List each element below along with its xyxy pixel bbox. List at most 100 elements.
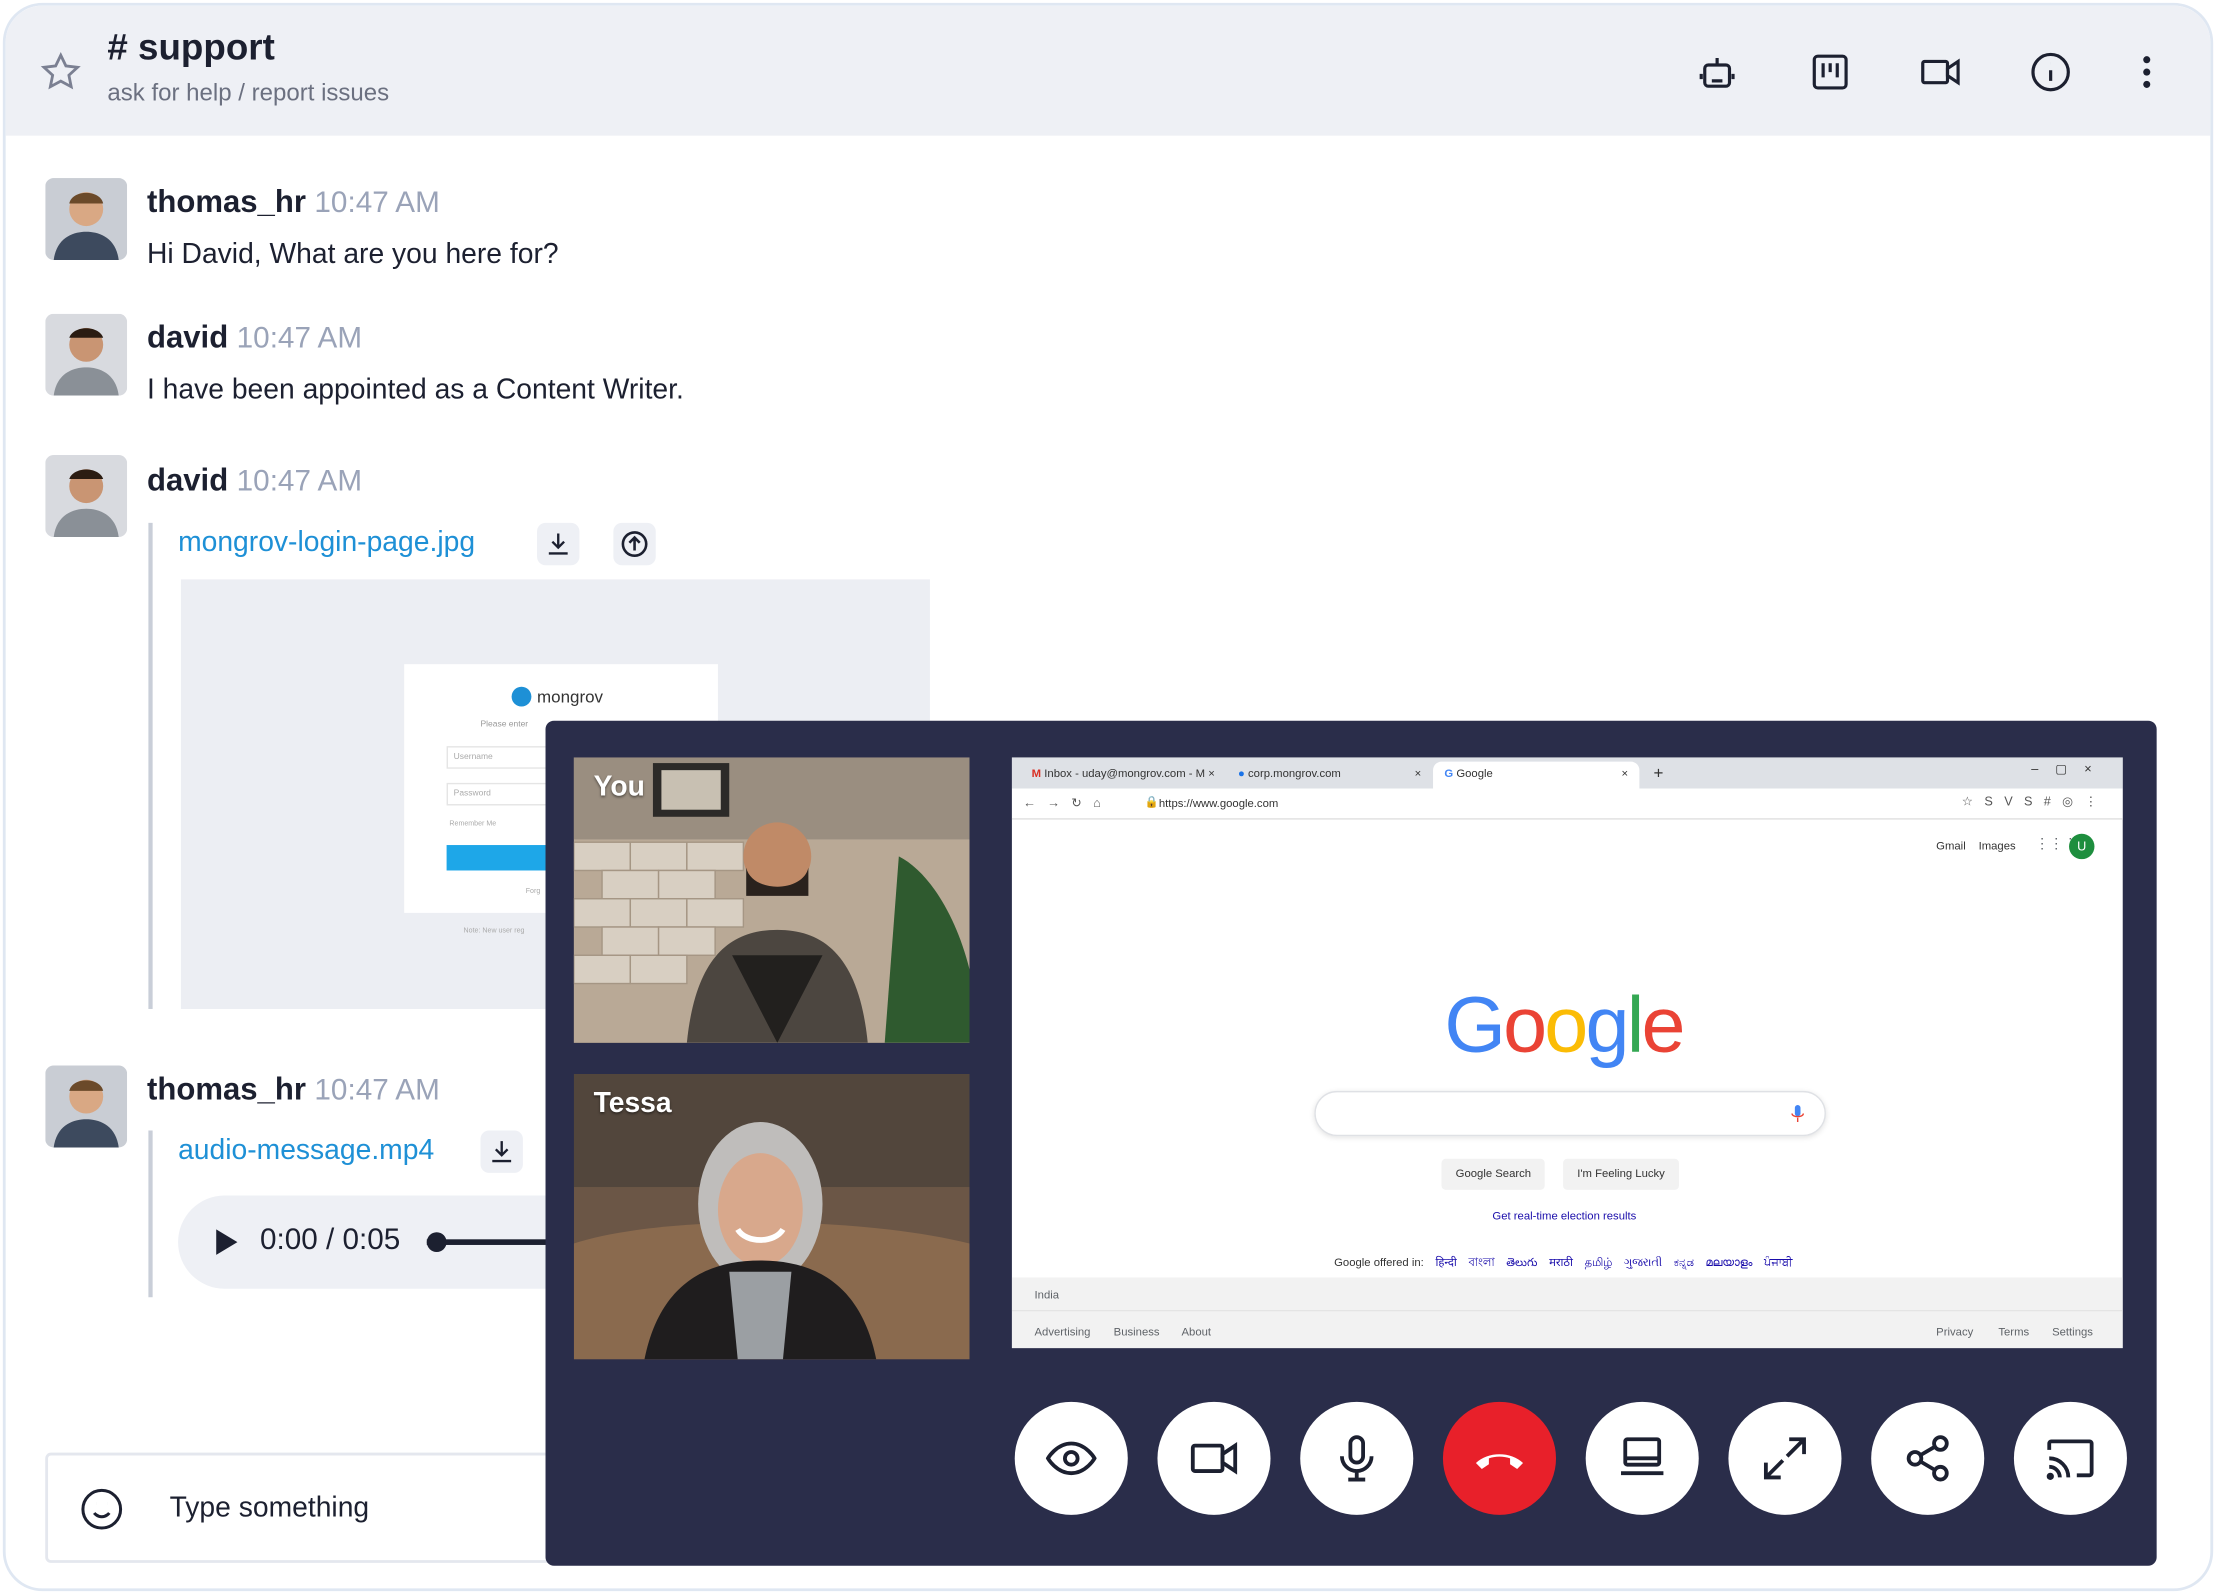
browser-tab[interactable]: M Inbox - uday@mongrov.com - M × — [1020, 762, 1226, 789]
message-author: david 10:47 AM — [146, 462, 363, 498]
attachment-divider — [148, 522, 153, 1009]
browser-url-bar[interactable]: ←→↻⌂ 🔒 https://www.google.com ☆SVS#◎⋮ — [1011, 788, 2123, 820]
toggle-camera-button[interactable] — [1157, 1401, 1271, 1515]
channel-subtitle: ask for help / report issues — [107, 79, 390, 106]
preview-brand: mongrov — [537, 686, 604, 707]
extension-icons[interactable]: ☆SVS#◎⋮ — [1962, 794, 2109, 810]
promo-link[interactable]: Get real-time election results — [1492, 1210, 1636, 1223]
window-controls[interactable]: –▢× — [2031, 762, 2108, 778]
language-link[interactable]: ਪੰਜਾਬੀ — [1764, 1256, 1792, 1269]
browser-nav-icons[interactable]: ←→↻⌂ — [1023, 796, 1112, 812]
browser-tab-active[interactable]: G Google × — [1433, 761, 1640, 789]
share-icon — [1906, 1435, 1949, 1482]
avatar[interactable] — [45, 178, 128, 261]
cast-icon — [2046, 1439, 2094, 1480]
avatar[interactable] — [45, 313, 128, 396]
participant-name: Tessa — [593, 1088, 672, 1120]
preview-note: Note: New user reg — [463, 927, 525, 936]
share-button[interactable] — [1871, 1401, 1985, 1515]
footer-link[interactable]: Business — [1114, 1326, 1160, 1339]
preview-remember: Remember Me — [449, 819, 497, 829]
account-avatar[interactable]: U — [2069, 833, 2095, 860]
language-link[interactable]: தமிழ் — [1585, 1256, 1613, 1269]
preview-forgot: Forg — [525, 887, 541, 896]
expand-icon — [1763, 1437, 1806, 1480]
board-icon[interactable] — [1809, 51, 1851, 93]
download-button[interactable] — [537, 522, 580, 566]
url-text[interactable]: https://www.google.com — [1159, 797, 1278, 810]
video-call-panel: You Tessa M Inbox - uday@mongrov.com - M… — [545, 720, 2157, 1566]
end-call-icon — [1475, 1454, 1524, 1469]
language-link[interactable]: తెలుగు — [1506, 1256, 1537, 1269]
message-author: thomas_hr 10:47 AM — [146, 1071, 440, 1107]
language-link[interactable]: हिन्दी — [1435, 1256, 1456, 1269]
eye-icon — [1045, 1441, 1097, 1476]
play-icon[interactable] — [212, 1227, 240, 1258]
channel-header: # support ask for help / report issues — [5, 5, 2211, 136]
toggle-view-button[interactable] — [1014, 1401, 1128, 1515]
microphone-icon — [1339, 1435, 1374, 1482]
google-search-button[interactable]: Google Search — [1441, 1158, 1546, 1190]
browser-tab-bar: M Inbox - uday@mongrov.com - M × ● corp.… — [1011, 757, 2123, 789]
lock-icon: 🔒 — [1144, 795, 1159, 809]
new-tab-icon[interactable]: + — [1654, 763, 1664, 783]
more-vertical-icon[interactable] — [2126, 51, 2168, 93]
gmail-link[interactable]: Gmail — [1936, 839, 1966, 852]
participant-name: You — [593, 771, 645, 803]
end-call-button[interactable] — [1442, 1401, 1557, 1515]
images-link[interactable]: Images — [1979, 839, 2016, 852]
footer-link[interactable]: Terms — [1998, 1326, 2029, 1339]
channel-title: # support — [107, 25, 275, 68]
footer-link[interactable]: Privacy — [1936, 1326, 1973, 1339]
screen-share-icon — [1621, 1437, 1664, 1476]
microphone-icon[interactable] — [1791, 1104, 1805, 1124]
language-link[interactable]: मराठी — [1549, 1256, 1573, 1269]
avatar[interactable] — [45, 455, 128, 537]
message-time: 10:47 AM — [314, 186, 440, 220]
footer-link[interactable]: About — [1181, 1326, 1211, 1339]
google-logo: Google — [1444, 979, 1685, 1069]
bot-icon[interactable] — [1696, 51, 1738, 93]
message-author: david 10:47 AM — [146, 319, 363, 355]
toggle-mic-button[interactable] — [1300, 1401, 1414, 1515]
download-icon — [492, 1141, 512, 1163]
audio-player[interactable]: 0:00 / 0:05 — [178, 1195, 603, 1289]
upload-button[interactable] — [613, 522, 656, 566]
browser-tab[interactable]: ● corp.mongrov.com × — [1227, 762, 1433, 789]
shared-screen[interactable]: M Inbox - uday@mongrov.com - M × ● corp.… — [1011, 757, 2123, 1349]
language-link[interactable]: বাংলা — [1468, 1256, 1494, 1269]
star-icon[interactable] — [40, 51, 82, 93]
fullscreen-button[interactable] — [1728, 1401, 1842, 1515]
feeling-lucky-button[interactable]: I'm Feeling Lucky — [1563, 1158, 1679, 1190]
message-time: 10:47 AM — [314, 1073, 440, 1107]
language-link[interactable]: ગુજરાતી — [1624, 1256, 1662, 1269]
footer-link[interactable]: Settings — [2052, 1326, 2093, 1339]
attachment-link[interactable]: audio-message.mp4 — [178, 1135, 434, 1168]
preview-prompt: Please enter — [480, 720, 529, 730]
audio-progress-handle[interactable] — [426, 1232, 447, 1253]
chat-window: # support ask for help / report issues t… — [2, 2, 2214, 1592]
language-link[interactable]: മലയാളം — [1706, 1256, 1753, 1269]
info-icon[interactable] — [2029, 51, 2071, 93]
participant-tile-you[interactable]: You — [573, 757, 970, 1043]
mongrov-logo-icon — [511, 686, 532, 707]
cast-button[interactable] — [2013, 1401, 2127, 1515]
google-search-input[interactable] — [1314, 1090, 1826, 1137]
upload-circle-icon — [621, 531, 648, 558]
footer-link[interactable]: Advertising — [1035, 1326, 1091, 1339]
footer-links-bar: Advertising Business About Privacy Terms… — [1011, 1311, 2123, 1349]
screen-share-button[interactable] — [1585, 1401, 1699, 1515]
video-camera-icon[interactable] — [1919, 51, 1961, 93]
message-time: 10:47 AM — [236, 464, 363, 498]
country-label: India — [1034, 1288, 1060, 1302]
emoji-icon[interactable] — [79, 1487, 124, 1532]
message-composer[interactable]: Type something — [45, 1452, 611, 1563]
participant-tile-tessa[interactable]: Tessa — [573, 1073, 970, 1360]
download-button[interactable] — [480, 1130, 523, 1173]
avatar[interactable] — [45, 1065, 128, 1148]
audio-time: 0:00 / 0:05 — [260, 1223, 401, 1257]
attachment-link[interactable]: mongrov-login-page.jpg — [178, 527, 475, 560]
message-input[interactable]: Type something — [170, 1492, 370, 1525]
languages-offered: Google offered in: हिन्दी বাংলা తెలుగు म… — [1334, 1256, 1793, 1269]
language-link[interactable]: ಕನ್ನಡ — [1674, 1256, 1694, 1269]
